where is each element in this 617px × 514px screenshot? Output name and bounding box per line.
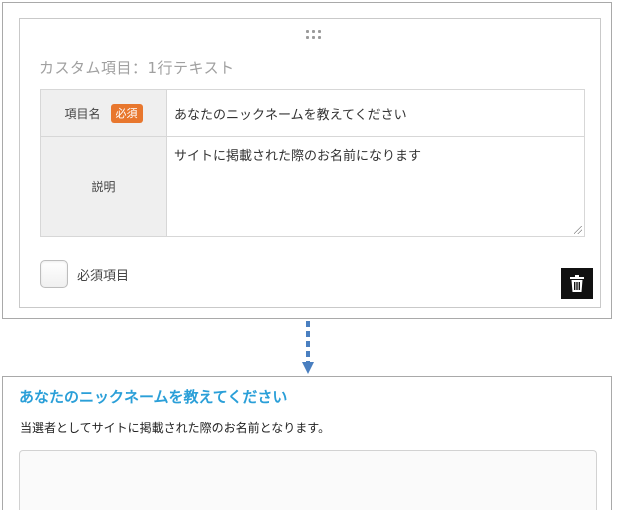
drag-handle-icon[interactable] bbox=[306, 30, 322, 40]
resize-grip-icon[interactable] bbox=[574, 226, 582, 234]
field-description-text: サイトに掲載された際のお名前になります bbox=[174, 149, 422, 164]
arrow-down-icon bbox=[302, 321, 314, 374]
field-description-textarea[interactable]: サイトに掲載された際のお名前になります bbox=[167, 137, 584, 236]
preview-panel: あなたのニックネームを教えてください 当選者としてサイトに掲載された際のお名前と… bbox=[2, 376, 612, 510]
required-badge: 必須 bbox=[110, 103, 143, 123]
preview-field-description: 当選者としてサイトに掲載された際のお名前となります。 bbox=[20, 421, 331, 435]
required-checkbox[interactable] bbox=[40, 260, 68, 288]
required-option: 必須項目 bbox=[40, 260, 129, 288]
field-settings-table: 項目名 必須 あなたのニックネームを教えてください 説明 サイトに掲載された際の… bbox=[40, 89, 585, 237]
field-description-header: 説明 bbox=[41, 137, 167, 236]
delete-field-button[interactable] bbox=[561, 268, 593, 299]
field-description-row: 説明 サイトに掲載された際のお名前になります bbox=[41, 137, 584, 236]
card-title: カスタム項目：1行テキスト bbox=[39, 59, 235, 77]
field-description-label: 説明 bbox=[91, 180, 116, 194]
required-checkbox-label: 必須項目 bbox=[77, 268, 130, 284]
field-name-label: 項目名 bbox=[64, 106, 101, 121]
preview-nickname-input[interactable] bbox=[19, 450, 597, 510]
field-name-input[interactable]: あなたのニックネームを教えてください bbox=[167, 90, 584, 136]
field-name-row: 項目名 必須 あなたのニックネームを教えてください bbox=[41, 90, 584, 137]
trash-icon bbox=[570, 275, 584, 292]
preview-field-title: あなたのニックネームを教えてください bbox=[19, 388, 288, 406]
field-name-header: 項目名 必須 bbox=[41, 90, 167, 136]
custom-field-card: カスタム項目：1行テキスト 項目名 必須 あなたのニックネームを教えてください … bbox=[19, 18, 601, 308]
editor-panel: カスタム項目：1行テキスト 項目名 必須 あなたのニックネームを教えてください … bbox=[2, 2, 612, 319]
